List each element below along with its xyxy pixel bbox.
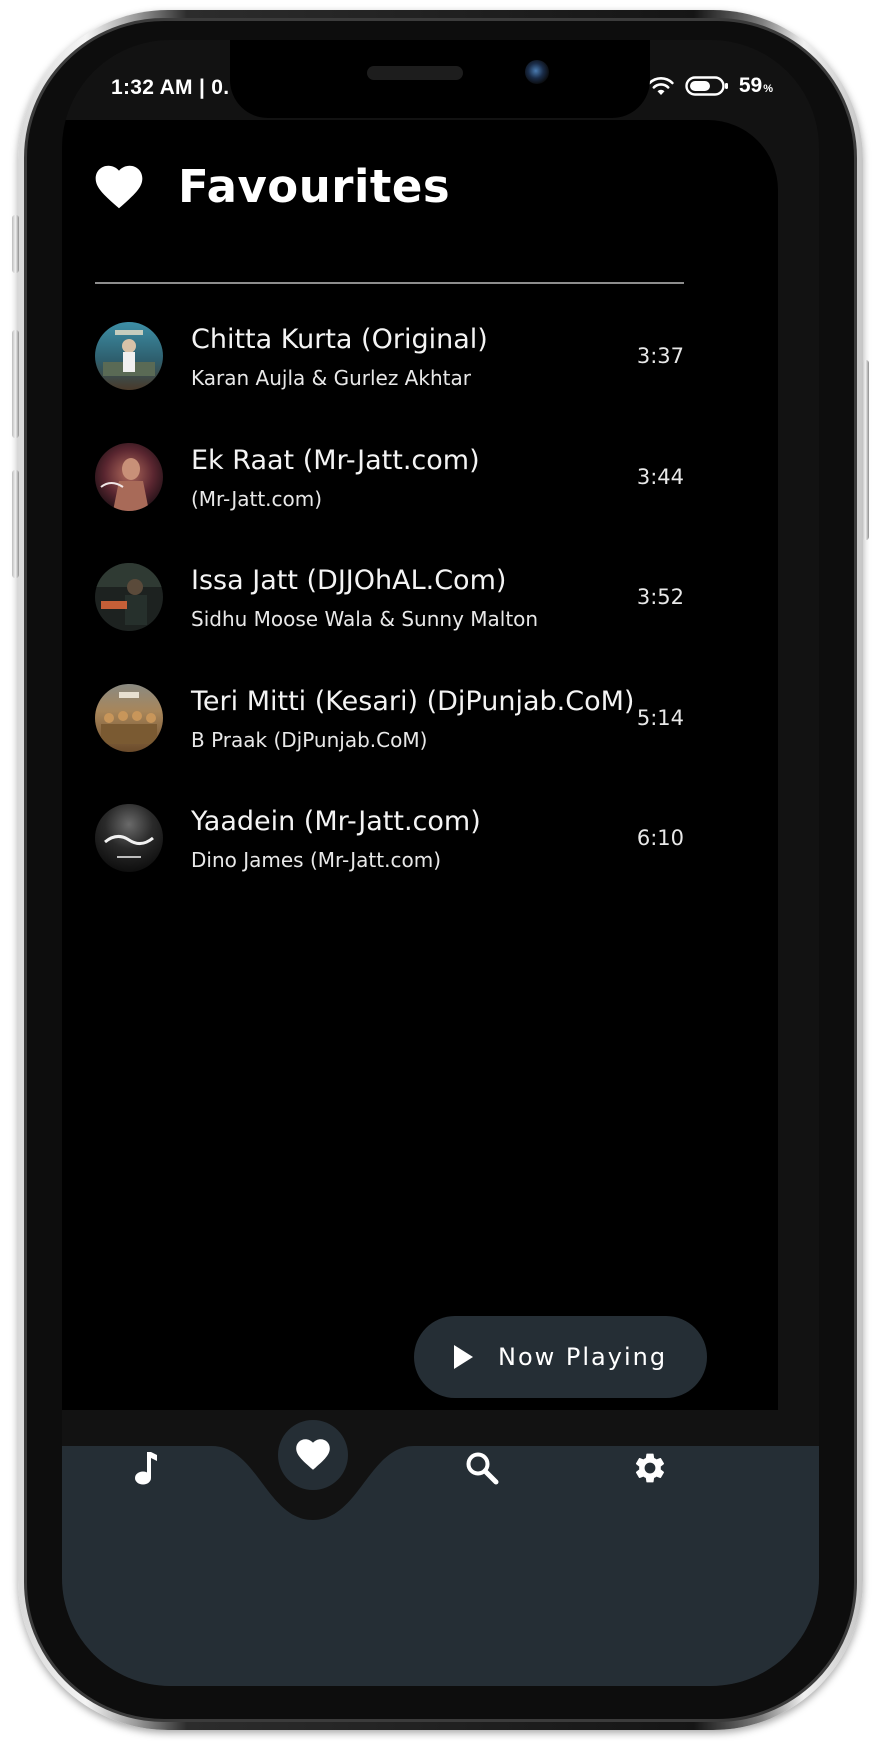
nav-settings-button[interactable] xyxy=(626,1444,674,1492)
album-cover xyxy=(95,563,163,631)
status-time: 1:32 AM | 0. xyxy=(111,76,230,99)
battery-icon xyxy=(685,76,728,96)
track-artist: Dino James (Mr-Jatt.com) xyxy=(191,848,441,872)
battery-percent: 59% xyxy=(738,74,773,97)
favourites-panel: Favourites Chitta Kurta (Original) Karan… xyxy=(62,120,778,1410)
track-artist: Karan Aujla & Gurlez Akhtar xyxy=(191,366,471,390)
album-cover xyxy=(95,804,163,872)
power-button xyxy=(862,360,869,540)
track-row[interactable]: Chitta Kurta (Original) Karan Aujla & Gu… xyxy=(95,322,684,443)
now-playing-button[interactable]: Now Playing xyxy=(414,1316,707,1398)
heart-icon xyxy=(296,1439,330,1470)
track-artist: (Mr-Jatt.com) xyxy=(191,486,323,511)
heart-icon xyxy=(95,165,143,208)
gear-icon xyxy=(635,1453,665,1483)
track-title: Issa Jatt (DJJOhAL.Com) xyxy=(191,565,507,596)
nav-favourites-button[interactable] xyxy=(278,1420,348,1490)
bottom-nav-background xyxy=(62,1446,819,1686)
track-title: Yaadein (Mr-Jatt.com) xyxy=(191,806,481,837)
screen: 1:32 AM | 0. 59% Favourites Chitta Kurta… xyxy=(62,40,819,1686)
search-icon xyxy=(466,1452,499,1485)
volume-up-button xyxy=(12,330,19,438)
track-duration: 3:44 xyxy=(636,464,684,489)
status-bar: 1:32 AM | 0. 59% xyxy=(62,40,819,130)
header-divider xyxy=(95,282,684,284)
front-camera xyxy=(525,60,549,84)
favourites-list: Chitta Kurta (Original) Karan Aujla & Gu… xyxy=(95,322,684,925)
wifi-icon xyxy=(648,77,674,95)
track-row[interactable]: Ek Raat (Mr-Jatt.com) (Mr-Jatt.com) 3:44 xyxy=(95,442,684,564)
page-header: Favourites xyxy=(94,160,450,213)
track-title: Teri Mitti (Kesari) (DjPunjab.CoM) xyxy=(191,685,635,717)
nav-search-button[interactable] xyxy=(458,1444,506,1492)
album-cover xyxy=(95,322,163,390)
album-cover xyxy=(95,683,163,752)
track-row[interactable]: Teri Mitti (Kesari) (DjPunjab.CoM) B Pra… xyxy=(95,683,684,805)
notch xyxy=(230,40,650,118)
track-duration: 5:14 xyxy=(636,705,684,730)
track-title: Chitta Kurta (Original) xyxy=(191,324,488,355)
status-indicators: 59% xyxy=(647,74,773,98)
music-note-icon xyxy=(135,1452,157,1485)
page-title: Favourites xyxy=(178,160,451,213)
album-cover xyxy=(95,442,163,511)
mute-switch xyxy=(12,215,19,273)
track-artist: B Praak (DjPunjab.CoM) xyxy=(191,727,428,752)
track-duration: 3:37 xyxy=(636,344,684,368)
play-icon xyxy=(454,1345,473,1369)
track-title: Ek Raat (Mr-Jatt.com) xyxy=(191,444,480,476)
now-playing-label: Now Playing xyxy=(498,1343,668,1371)
bottom-navigation xyxy=(62,1420,819,1686)
volume-down-button xyxy=(12,470,19,578)
track-row[interactable]: Yaadein (Mr-Jatt.com) Dino James (Mr-Jat… xyxy=(95,804,684,925)
track-duration: 3:52 xyxy=(636,585,684,609)
track-artist: Sidhu Moose Wala & Sunny Malton xyxy=(191,607,539,631)
nav-songs-button[interactable] xyxy=(122,1444,170,1492)
track-duration: 6:10 xyxy=(636,826,684,850)
track-row[interactable]: Issa Jatt (DJJOhAL.Com) Sidhu Moose Wala… xyxy=(95,563,684,684)
earpiece-speaker xyxy=(367,66,463,80)
